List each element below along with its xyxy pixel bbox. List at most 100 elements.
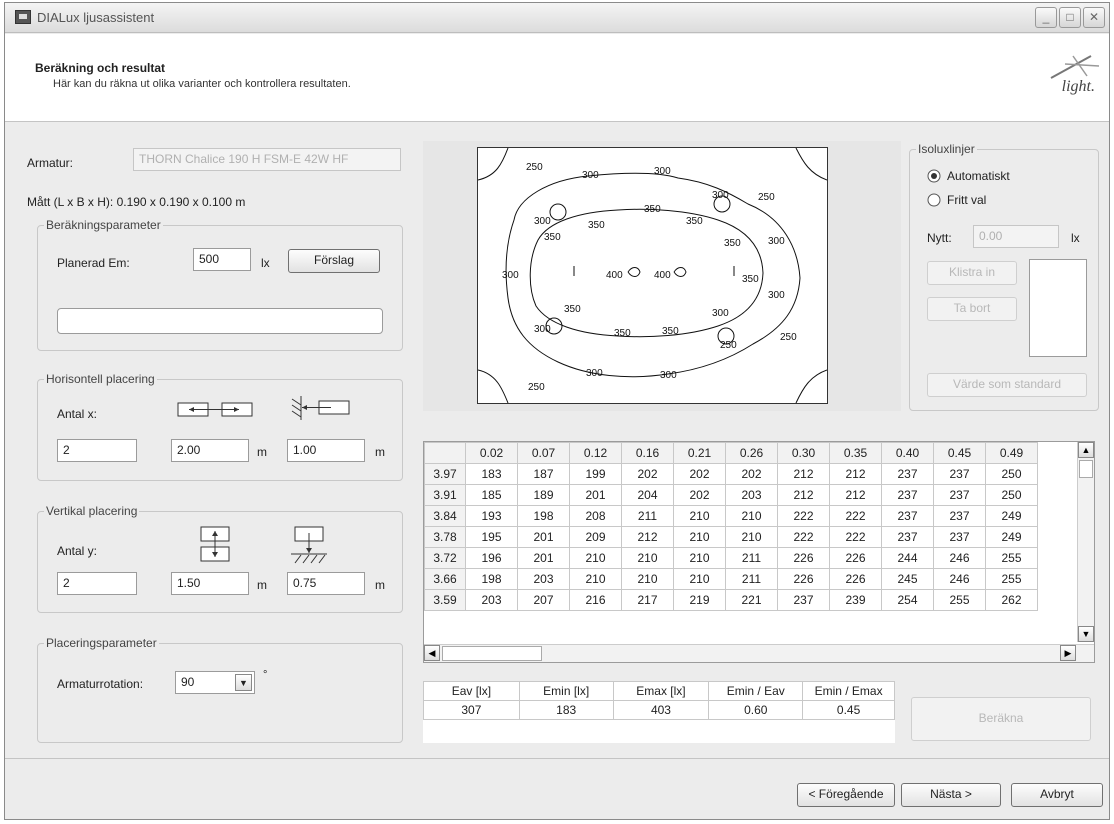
- grid-cell[interactable]: 201: [517, 547, 570, 569]
- grid-cell[interactable]: 226: [829, 547, 882, 569]
- grid-cell[interactable]: 210: [569, 568, 622, 590]
- spacing-x-input[interactable]: 2.00: [171, 439, 249, 462]
- grid-cell[interactable]: 249: [985, 505, 1038, 527]
- grid-cell[interactable]: 202: [673, 463, 726, 485]
- grid-cell[interactable]: 212: [777, 463, 830, 485]
- grid-cell[interactable]: 254: [881, 589, 934, 611]
- grid-cell[interactable]: 210: [569, 547, 622, 569]
- grid-cell[interactable]: 195: [465, 526, 518, 548]
- grid-cell[interactable]: 185: [465, 484, 518, 506]
- grid-cell[interactable]: 183: [465, 463, 518, 485]
- grid-cell[interactable]: 212: [621, 526, 674, 548]
- grid-cell[interactable]: 255: [985, 547, 1038, 569]
- grid-cell[interactable]: 210: [673, 568, 726, 590]
- spacing-y-input[interactable]: 1.50: [171, 572, 249, 595]
- grid-cell[interactable]: 201: [569, 484, 622, 506]
- minimize-button[interactable]: _: [1035, 7, 1057, 28]
- vertical-scrollbar[interactable]: ▲ ▼: [1077, 442, 1094, 642]
- option-free-label[interactable]: Fritt val: [947, 193, 986, 207]
- grid-cell[interactable]: 255: [985, 568, 1038, 590]
- grid-cell[interactable]: 250: [985, 463, 1038, 485]
- grid-cell[interactable]: 237: [933, 526, 986, 548]
- grid-cell[interactable]: 196: [465, 547, 518, 569]
- em-input[interactable]: 500: [193, 248, 251, 271]
- radio-auto[interactable]: [927, 169, 941, 183]
- scroll-right-icon[interactable]: ▶: [1060, 645, 1076, 661]
- grid-cell[interactable]: 237: [933, 505, 986, 527]
- grid-cell[interactable]: 189: [517, 484, 570, 506]
- grid-cell[interactable]: 203: [517, 568, 570, 590]
- grid-cell[interactable]: 221: [725, 589, 778, 611]
- grid-cell[interactable]: 222: [829, 526, 882, 548]
- grid-cell[interactable]: 204: [621, 484, 674, 506]
- grid-cell[interactable]: 203: [465, 589, 518, 611]
- option-auto-label[interactable]: Automatiskt: [947, 169, 1010, 183]
- grid-cell[interactable]: 187: [517, 463, 570, 485]
- grid-cell[interactable]: 246: [933, 568, 986, 590]
- scroll-thumb[interactable]: [442, 646, 542, 661]
- grid-cell[interactable]: 245: [881, 568, 934, 590]
- grid-cell[interactable]: 202: [673, 484, 726, 506]
- wall-x-input[interactable]: 1.00: [287, 439, 365, 462]
- new-value-input[interactable]: 0.00: [973, 225, 1059, 248]
- horizontal-scrollbar[interactable]: ◀ ▶: [424, 644, 1094, 662]
- grid-cell[interactable]: 216: [569, 589, 622, 611]
- grid-cell[interactable]: 198: [465, 568, 518, 590]
- grid-cell[interactable]: 198: [517, 505, 570, 527]
- grid-cell[interactable]: 249: [985, 526, 1038, 548]
- grid-cell[interactable]: 237: [881, 526, 934, 548]
- grid-cell[interactable]: 203: [725, 484, 778, 506]
- rotation-select[interactable]: 90 ▼: [175, 671, 255, 694]
- previous-button[interactable]: < Föregående: [797, 783, 895, 807]
- grid-cell[interactable]: 210: [725, 505, 778, 527]
- close-button[interactable]: ✕: [1083, 7, 1105, 28]
- count-x-input[interactable]: 2: [57, 439, 137, 462]
- grid-cell[interactable]: 211: [725, 568, 778, 590]
- suggest-button[interactable]: Förslag: [288, 249, 380, 273]
- grid-cell[interactable]: 250: [985, 484, 1038, 506]
- grid-cell[interactable]: 209: [569, 526, 622, 548]
- wall-y-input[interactable]: 0.75: [287, 572, 365, 595]
- next-button[interactable]: Nästa >: [901, 783, 1001, 807]
- grid-cell[interactable]: 210: [673, 505, 726, 527]
- grid-cell[interactable]: 212: [829, 463, 882, 485]
- grid-cell[interactable]: 237: [881, 484, 934, 506]
- grid-cell[interactable]: 237: [881, 505, 934, 527]
- grid-cell[interactable]: 208: [569, 505, 622, 527]
- grid-cell[interactable]: 239: [829, 589, 882, 611]
- maximize-button[interactable]: □: [1059, 7, 1081, 28]
- grid-cell[interactable]: 211: [725, 547, 778, 569]
- cancel-button[interactable]: Avbryt: [1011, 783, 1103, 807]
- default-value-button[interactable]: Värde som standard: [927, 373, 1087, 397]
- scroll-down-icon[interactable]: ▼: [1078, 626, 1094, 642]
- luminaire-field[interactable]: THORN Chalice 190 H FSM-E 42W HF: [133, 148, 401, 171]
- grid-cell[interactable]: 193: [465, 505, 518, 527]
- grid-cell[interactable]: 262: [985, 589, 1038, 611]
- grid-cell[interactable]: 226: [777, 568, 830, 590]
- grid-cell[interactable]: 222: [829, 505, 882, 527]
- grid-cell[interactable]: 210: [621, 547, 674, 569]
- isolux-values-list[interactable]: [1029, 259, 1087, 357]
- grid-cell[interactable]: 212: [829, 484, 882, 506]
- scroll-thumb[interactable]: [1079, 460, 1093, 478]
- grid-cell[interactable]: 226: [777, 547, 830, 569]
- grid-cell[interactable]: 222: [777, 505, 830, 527]
- grid-cell[interactable]: 202: [621, 463, 674, 485]
- grid-cell[interactable]: 199: [569, 463, 622, 485]
- grid-cell[interactable]: 201: [517, 526, 570, 548]
- grid-cell[interactable]: 210: [673, 526, 726, 548]
- grid-cell[interactable]: 244: [881, 547, 934, 569]
- grid-cell[interactable]: 237: [933, 484, 986, 506]
- grid-cell[interactable]: 237: [777, 589, 830, 611]
- grid-cell[interactable]: 255: [933, 589, 986, 611]
- grid-cell[interactable]: 222: [777, 526, 830, 548]
- grid-cell[interactable]: 237: [933, 463, 986, 485]
- count-y-input[interactable]: 2: [57, 572, 137, 595]
- grid-cell[interactable]: 202: [725, 463, 778, 485]
- paste-button[interactable]: Klistra in: [927, 261, 1017, 285]
- grid-cell[interactable]: 237: [881, 463, 934, 485]
- grid-cell[interactable]: 219: [673, 589, 726, 611]
- grid-cell[interactable]: 210: [673, 547, 726, 569]
- scroll-up-icon[interactable]: ▲: [1078, 442, 1094, 458]
- grid-cell[interactable]: 212: [777, 484, 830, 506]
